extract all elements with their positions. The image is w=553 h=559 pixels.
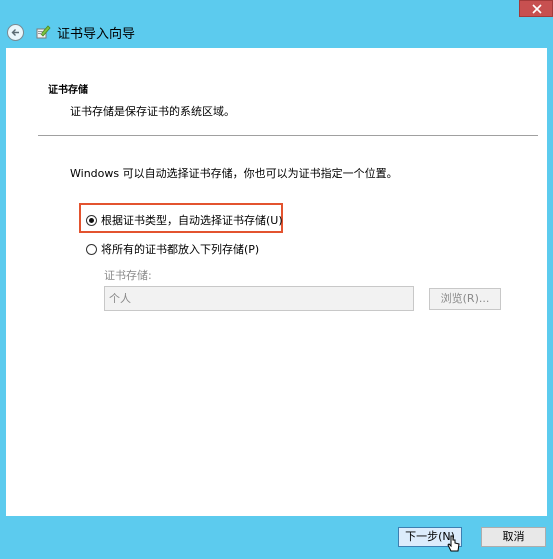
page-heading: 证书存储 xyxy=(48,85,88,96)
intro-text: Windows 可以自动选择证书存储，你也可以为证书指定一个位置。 xyxy=(70,167,398,180)
close-icon xyxy=(532,4,542,14)
browse-button: 浏览(R)... xyxy=(429,288,501,310)
certificate-store-label: 证书存储: xyxy=(104,269,152,282)
auto-select-store-label[interactable]: 根据证书类型，自动选择证书存储(U) xyxy=(101,212,283,228)
window-title: 证书导入向导 xyxy=(57,27,136,42)
certificate-wizard-icon xyxy=(36,25,51,39)
close-button[interactable] xyxy=(519,0,553,17)
certificate-import-wizard-window: 证书导入向导 证书存储 证书存储是保存证书的系统区域。 Windows 可以自动… xyxy=(0,0,553,559)
page-description: 证书存储是保存证书的系统区域。 xyxy=(70,105,235,118)
back-button[interactable] xyxy=(7,24,24,41)
back-arrow-icon xyxy=(11,29,19,36)
certificate-store-field: 个人 xyxy=(104,286,414,311)
place-in-store-label[interactable]: 将所有的证书都放入下列存储(P) xyxy=(101,241,259,257)
place-in-store-option[interactable]: 将所有的证书都放入下列存储(P) xyxy=(86,241,259,257)
wizard-content-panel: 证书存储 证书存储是保存证书的系统区域。 Windows 可以自动选择证书存储，… xyxy=(6,48,547,516)
auto-select-store-option[interactable]: 根据证书类型，自动选择证书存储(U) xyxy=(86,212,283,228)
radio-button-unchecked[interactable] xyxy=(86,243,97,255)
cancel-button[interactable]: 取消 xyxy=(481,527,546,547)
radio-button-checked[interactable] xyxy=(86,214,97,226)
mouse-pointer-icon xyxy=(447,535,460,552)
header-divider xyxy=(38,135,538,136)
